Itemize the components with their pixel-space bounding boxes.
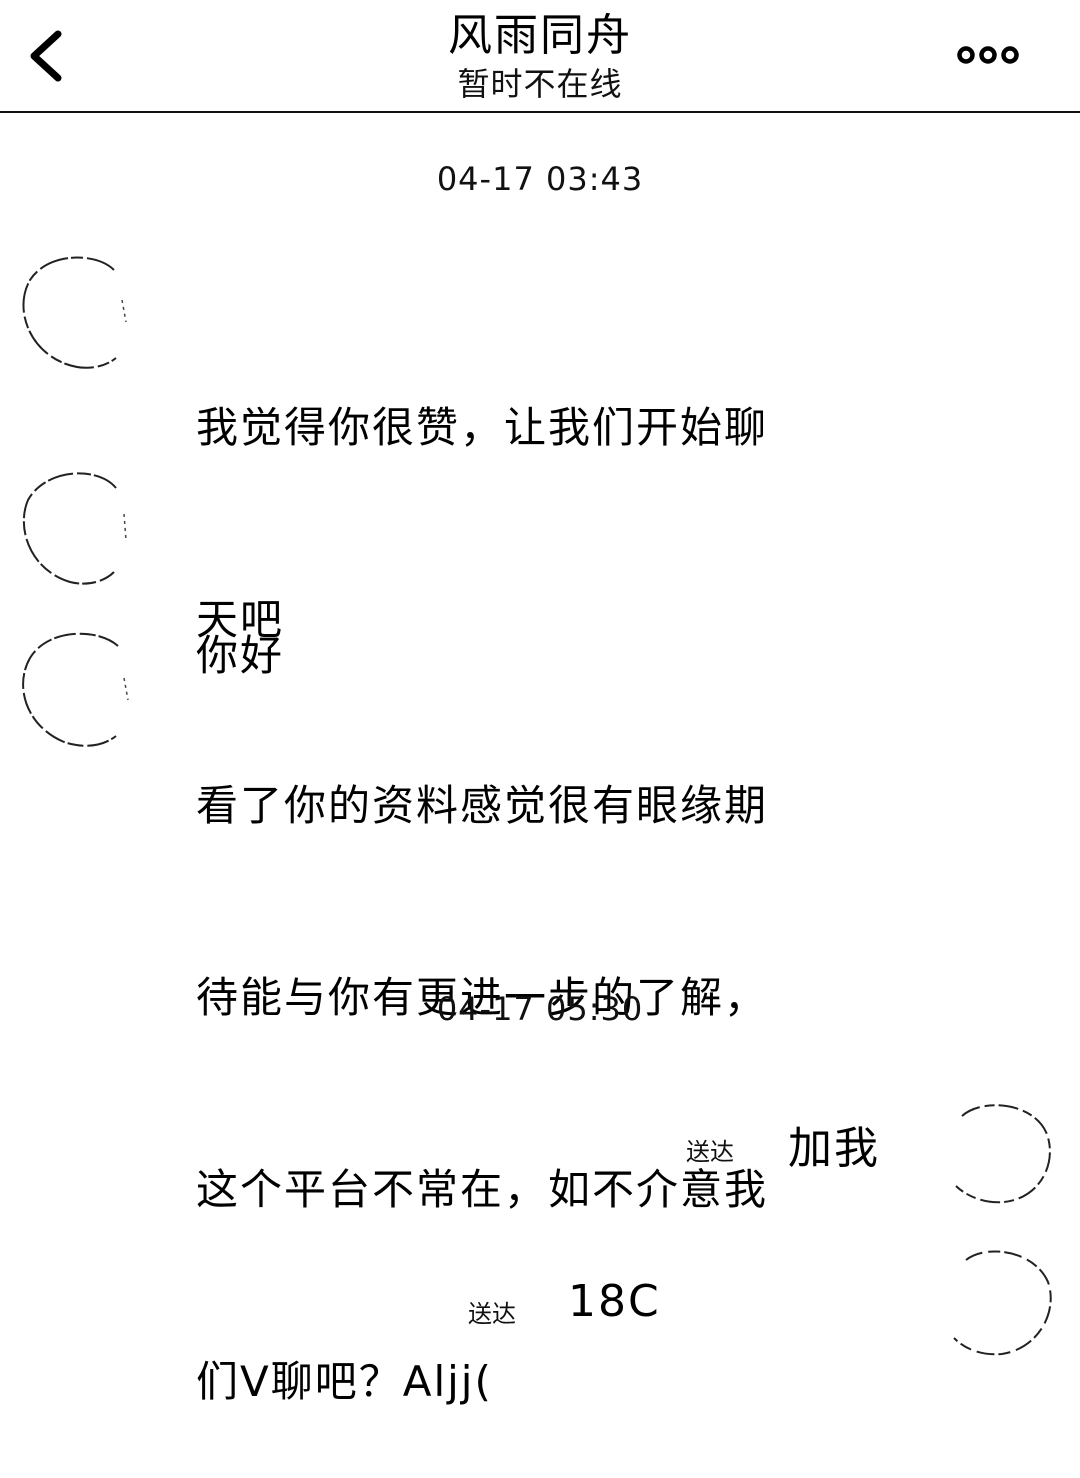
avatar-placeholder-icon bbox=[955, 1104, 1051, 1204]
more-dots-icon bbox=[957, 46, 1019, 64]
message-timestamp: 04-17 03:43 bbox=[436, 160, 644, 198]
contact-avatar[interactable] bbox=[18, 466, 130, 586]
online-status: 暂时不在线 bbox=[457, 65, 623, 103]
contact-avatar[interactable] bbox=[18, 628, 130, 748]
avatar-placeholder-icon bbox=[953, 1250, 1052, 1356]
delivery-status: 送达 bbox=[468, 1300, 516, 1328]
avatar-placeholder-icon bbox=[22, 632, 129, 747]
more-options-button[interactable] bbox=[956, 38, 1020, 72]
message-timestamp: 04-17 05:30 bbox=[436, 990, 644, 1028]
avatar-placeholder-icon bbox=[22, 256, 127, 369]
chat-title-block: 风雨同舟 暂时不在线 bbox=[240, 8, 840, 104]
sent-message: 加我 bbox=[788, 1123, 880, 1174]
delivery-status: 送达 bbox=[686, 1138, 734, 1166]
sent-message: 18C bbox=[568, 1276, 661, 1327]
back-button[interactable] bbox=[18, 20, 78, 92]
message-line: 这个平台不常在，如不介意我 bbox=[196, 1165, 769, 1214]
contact-avatar[interactable] bbox=[18, 250, 130, 370]
chevron-left-icon bbox=[30, 30, 62, 82]
user-avatar[interactable] bbox=[942, 1098, 1054, 1218]
contact-name: 风雨同舟 bbox=[448, 10, 632, 61]
message-line: 们V聊吧？Aljj( bbox=[196, 1357, 493, 1406]
chat-header: 风雨同舟 暂时不在线 bbox=[0, 0, 1080, 113]
user-avatar[interactable] bbox=[942, 1244, 1054, 1364]
avatar-placeholder-icon bbox=[22, 472, 127, 585]
received-message: 看了你的资料感觉很有眼缘期 待能与你有更进一步的了解， 这个平台不常在，如不介意… bbox=[196, 646, 836, 1478]
message-line: 看了你的资料感觉很有眼缘期 bbox=[196, 781, 769, 830]
message-line: 我觉得你很赞，让我们开始聊 bbox=[196, 403, 769, 452]
